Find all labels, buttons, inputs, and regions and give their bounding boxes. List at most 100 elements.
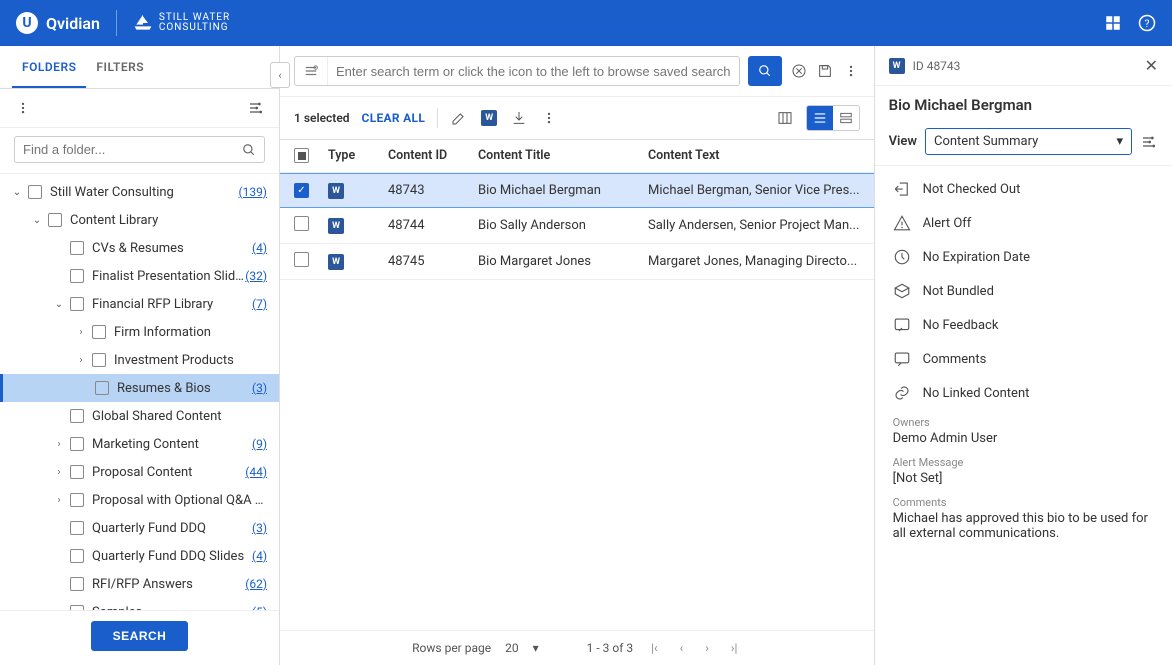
detail-info-row[interactable]: No Linked Content: [879, 376, 1168, 410]
tree-item[interactable]: Samples(5): [0, 598, 279, 610]
search-go-button[interactable]: [748, 56, 782, 86]
tree-item[interactable]: ⌄Financial RFP Library(7): [0, 290, 279, 318]
tab-folders[interactable]: FOLDERS: [12, 46, 86, 88]
more-icon[interactable]: [14, 99, 32, 117]
save-search-icon[interactable]: [816, 62, 834, 80]
columns-icon[interactable]: [776, 109, 794, 127]
tree-count[interactable]: (3): [252, 521, 267, 535]
more-actions-icon[interactable]: [540, 109, 558, 127]
tree-item[interactable]: ⌄Content Library: [0, 206, 279, 234]
view-compact-icon[interactable]: [833, 106, 859, 130]
tree-checkbox[interactable]: [70, 297, 84, 311]
more-search-icon[interactable]: [842, 62, 860, 80]
tree-checkbox[interactable]: [92, 353, 106, 367]
chevron-icon[interactable]: ›: [52, 467, 66, 478]
search-button[interactable]: SEARCH: [91, 621, 189, 651]
tree-checkbox[interactable]: [48, 213, 62, 227]
tree-checkbox[interactable]: [95, 381, 109, 395]
tree-count[interactable]: (9): [252, 437, 267, 451]
chevron-icon[interactable]: ⌄: [30, 215, 44, 226]
chevron-icon[interactable]: ⌄: [52, 299, 66, 310]
detail-sliders-icon[interactable]: [1140, 133, 1158, 151]
header-id[interactable]: Content ID: [388, 148, 478, 163]
row-checkbox[interactable]: ✓: [294, 183, 309, 198]
tree-item[interactable]: CVs & Resumes(4): [0, 234, 279, 262]
tree-checkbox[interactable]: [70, 437, 84, 451]
tree-count[interactable]: (62): [245, 577, 267, 591]
detail-info-row[interactable]: No Expiration Date: [879, 240, 1168, 274]
last-page-button[interactable]: ›|: [727, 641, 742, 655]
rows-per-page-value[interactable]: 20: [505, 641, 519, 655]
tree-checkbox[interactable]: [70, 465, 84, 479]
search-input[interactable]: [328, 58, 739, 85]
tree-item[interactable]: Quarterly Fund DDQ Slides(4): [0, 542, 279, 570]
chevron-icon[interactable]: ⌄: [10, 187, 24, 198]
table-row[interactable]: W48744Bio Sally AndersonSally Andersen, …: [280, 208, 874, 244]
chevron-icon[interactable]: ›: [52, 495, 66, 506]
download-icon[interactable]: [510, 109, 528, 127]
detail-info-row[interactable]: No Feedback: [879, 308, 1168, 342]
view-select[interactable]: Content Summary ▾: [925, 128, 1132, 155]
table-row[interactable]: ✓W48743Bio Michael BergmanMichael Bergma…: [280, 173, 874, 208]
grid-icon[interactable]: [1104, 14, 1122, 32]
search-icon[interactable]: [242, 143, 256, 157]
search-field[interactable]: [294, 56, 740, 86]
tree-item[interactable]: RFI/RFP Answers(62): [0, 570, 279, 598]
tree-count[interactable]: (4): [252, 549, 267, 563]
collapse-sidebar-button[interactable]: ‹: [270, 62, 290, 88]
saved-search-icon[interactable]: [295, 57, 328, 85]
tree-item[interactable]: Quarterly Fund DDQ(3): [0, 514, 279, 542]
tree-item[interactable]: ›Proposal Content(44): [0, 458, 279, 486]
word-icon[interactable]: W: [480, 109, 498, 127]
chevron-icon[interactable]: ›: [52, 439, 66, 450]
detail-info-row[interactable]: Not Bundled: [879, 274, 1168, 308]
tree-checkbox[interactable]: [70, 269, 84, 283]
help-icon[interactable]: ?: [1138, 14, 1156, 32]
tree-checkbox[interactable]: [70, 521, 84, 535]
table-row[interactable]: W48745Bio Margaret JonesMargaret Jones, …: [280, 244, 874, 280]
tree-item[interactable]: Global Shared Content: [0, 402, 279, 430]
close-detail-button[interactable]: ✕: [1145, 56, 1158, 75]
sliders-icon[interactable]: [247, 99, 265, 117]
select-all-checkbox[interactable]: [294, 148, 309, 163]
clear-all-button[interactable]: CLEAR ALL: [362, 111, 426, 125]
prev-page-button[interactable]: ‹: [676, 641, 688, 655]
edit-icon[interactable]: [450, 109, 468, 127]
row-checkbox[interactable]: [294, 252, 309, 267]
tree-checkbox[interactable]: [70, 493, 84, 507]
next-page-button[interactable]: ›: [701, 641, 713, 655]
chevron-icon[interactable]: ›: [74, 355, 88, 366]
tree-item[interactable]: ⌄Still Water Consulting(139): [0, 178, 279, 206]
tree-checkbox[interactable]: [70, 409, 84, 423]
tree-count[interactable]: (4): [252, 241, 267, 255]
tree-item[interactable]: ›Marketing Content(9): [0, 430, 279, 458]
find-folder-input[interactable]: [14, 136, 265, 163]
rows-dropdown-icon[interactable]: ▾: [533, 641, 539, 655]
tree-item[interactable]: Finalist Presentation Slides(32): [0, 262, 279, 290]
tree-item[interactable]: ›Proposal with Optional Q&A Doc Type: [0, 486, 279, 514]
detail-info-row[interactable]: Alert Off: [879, 206, 1168, 240]
tree-item[interactable]: Resumes & Bios(3): [0, 374, 279, 402]
view-list-icon[interactable]: [807, 106, 833, 130]
first-page-button[interactable]: |‹: [647, 641, 662, 655]
tab-filters[interactable]: FILTERS: [86, 46, 154, 88]
tree-checkbox[interactable]: [70, 577, 84, 591]
detail-info-row[interactable]: Not Checked Out: [879, 172, 1168, 206]
tree-count[interactable]: (139): [238, 185, 267, 199]
detail-info-row[interactable]: Comments: [879, 342, 1168, 376]
tree-checkbox[interactable]: [28, 185, 42, 199]
tree-count[interactable]: (44): [245, 465, 267, 479]
tree-item[interactable]: ›Investment Products: [0, 346, 279, 374]
tree-checkbox[interactable]: [92, 325, 106, 339]
header-title[interactable]: Content Title: [478, 148, 648, 163]
find-folder-field[interactable]: [23, 142, 242, 157]
header-text[interactable]: Content Text: [648, 148, 860, 163]
header-type[interactable]: Type: [328, 148, 388, 163]
clear-search-icon[interactable]: [790, 62, 808, 80]
tree-count[interactable]: (7): [252, 297, 267, 311]
tree-item[interactable]: ›Firm Information: [0, 318, 279, 346]
chevron-icon[interactable]: ›: [74, 327, 88, 338]
tree-checkbox[interactable]: [70, 241, 84, 255]
tree-count[interactable]: (3): [252, 381, 267, 395]
tree-count[interactable]: (32): [245, 269, 267, 283]
